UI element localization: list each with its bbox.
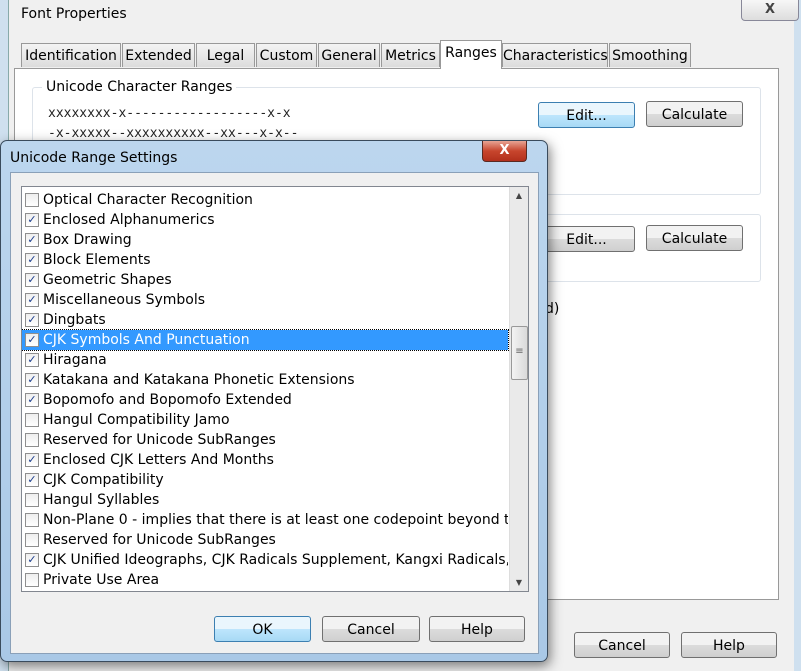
list-item[interactable]: ✓ Block Elements [22,250,508,270]
dialog-title: Unicode Range Settings [10,150,178,166]
main-help-button[interactable]: Help [681,632,777,658]
tab-custom[interactable]: Custom [256,43,317,67]
checkbox[interactable]: ✓ [25,553,39,567]
item-label: Hangul Compatibility Jamo [43,412,230,428]
scroll-up-icon[interactable]: ▲ [510,187,528,204]
checkbox[interactable] [25,573,39,587]
checkbox[interactable]: ✓ [25,213,39,227]
list-item[interactable]: Hangul Compatibility Jamo [22,410,508,430]
checkbox[interactable]: ✓ [25,373,39,387]
item-label: Non-Plane 0 - implies that there is at l… [43,512,508,528]
list-item[interactable]: ✓ Box Drawing [22,230,508,250]
tab-legal[interactable]: Legal [196,43,255,67]
tab-ranges[interactable]: Ranges [440,40,502,69]
scroll-down-icon[interactable]: ▼ [510,574,528,591]
checkbox[interactable]: ✓ [25,253,39,267]
tab-smoothing[interactable]: Smoothing [609,43,691,67]
item-label: Katakana and Katakana Phonetic Extension… [43,372,355,388]
list-item[interactable]: ✓ Hiragana [22,350,508,370]
list-item[interactable]: Private Use Area [22,570,508,590]
tab-identification[interactable]: Identification [21,43,121,67]
item-label: CJK Unified Ideographs, CJK Radicals Sup… [43,552,508,568]
range-checklist[interactable]: Optical Character Recognition ✓ Enclosed A… [21,186,529,592]
checkbox[interactable] [25,513,39,527]
tab-characteristics[interactable]: Characteristics [502,43,608,67]
item-label: CJK Symbols And Punctuation [43,332,250,348]
cancel-button[interactable]: Cancel [322,616,420,642]
list-item[interactable]: ✓ CJK Unified Ideographs, CJK Radicals Su… [22,550,508,570]
list-item[interactable]: Reserved for Unicode SubRanges [22,530,508,550]
item-label: Dingbats [43,312,106,328]
list-item[interactable]: Optical Character Recognition [22,190,508,210]
checkbox[interactable] [25,413,39,427]
help-button[interactable]: Help [429,616,525,642]
dialog-close-button[interactable]: X [482,141,527,162]
edit-button[interactable]: Edit... [538,102,635,128]
item-label: Enclosed Alphanumerics [43,212,215,228]
calculate-button[interactable]: Calculate [646,101,743,127]
checkbox[interactable] [25,193,39,207]
window-title: Font Properties [21,6,127,22]
list-item[interactable]: ✓ Geometric Shapes [22,270,508,290]
checkbox[interactable]: ✓ [25,453,39,467]
checkbox[interactable]: ✓ [25,473,39,487]
scrollbar-thumb[interactable]: ≡ [511,326,528,380]
checkbox[interactable] [25,533,39,547]
edit-button-2[interactable]: Edit... [538,226,635,252]
ranges-line-1: xxxxxxxx-x------------------x-x [48,106,291,121]
item-label: Reserved for Unicode SubRanges [43,432,276,448]
checkbox[interactable] [25,433,39,447]
group-title: Unicode Character Ranges [42,79,237,95]
checkbox[interactable]: ✓ [25,273,39,287]
calculate-button-2[interactable]: Calculate [646,225,743,251]
item-label: Geometric Shapes [43,272,172,288]
list-item[interactable]: ✓ Bopomofo and Bopomofo Extended [22,390,508,410]
close-button[interactable]: X [741,0,799,21]
list-item[interactable]: Non-Plane 0 - implies that there is at l… [22,510,508,530]
list-item[interactable]: ✓ CJK Compatibility [22,470,508,490]
list-item[interactable]: ✓ Dingbats [22,310,508,330]
list-item[interactable]: ✓ Enclosed CJK Letters And Months [22,450,508,470]
tab-metrics[interactable]: Metrics [381,43,440,67]
item-label: Box Drawing [43,232,132,248]
dialog-client: Optical Character Recognition ✓ Enclosed A… [10,172,539,654]
list-item[interactable]: Hangul Syllables [22,490,508,510]
item-label: Bopomofo and Bopomofo Extended [43,392,292,408]
item-label: Enclosed CJK Letters And Months [43,452,274,468]
checkbox[interactable] [25,493,39,507]
list-item[interactable]: ✓ Katakana and Katakana Phonetic Extensio… [22,370,508,390]
checkbox[interactable]: ✓ [25,353,39,367]
item-label: Private Use Area [43,572,160,588]
checkbox[interactable]: ✓ [25,313,39,327]
tab-general[interactable]: General [318,43,380,67]
item-label: CJK Compatibility [43,472,164,488]
checkbox[interactable]: ✓ [25,393,39,407]
item-label: Block Elements [43,252,151,268]
item-label: Reserved for Unicode SubRanges [43,532,276,548]
checkbox[interactable]: ✓ [25,293,39,307]
list-item[interactable]: ✓ Miscellaneous Symbols [22,290,508,310]
item-label: Hangul Syllables [43,492,160,508]
main-cancel-button[interactable]: Cancel [574,632,670,658]
list-item[interactable]: Reserved for Unicode SubRanges [22,430,508,450]
scrollbar[interactable]: ▲ ≡ ▼ [509,187,528,591]
tab-extended[interactable]: Extended [122,43,195,67]
item-label: Hiragana [43,352,107,368]
item-label: Miscellaneous Symbols [43,292,206,308]
unicode-range-settings-dialog: Unicode Range Settings X Optical Charact… [0,140,548,662]
ok-button[interactable]: OK [214,616,311,642]
list-item[interactable]: ✓ Enclosed Alphanumerics [22,210,508,230]
checkbox[interactable]: ✓ [25,233,39,247]
ranges-line-2: -x-xxxxx--xxxxxxxxxx--xx---x-x-- [48,126,299,141]
checkbox[interactable]: ✓ [25,333,39,347]
item-label: Optical Character Recognition [43,192,253,208]
list-item[interactable]: ✓ CJK Symbols And Punctuation [22,329,509,351]
